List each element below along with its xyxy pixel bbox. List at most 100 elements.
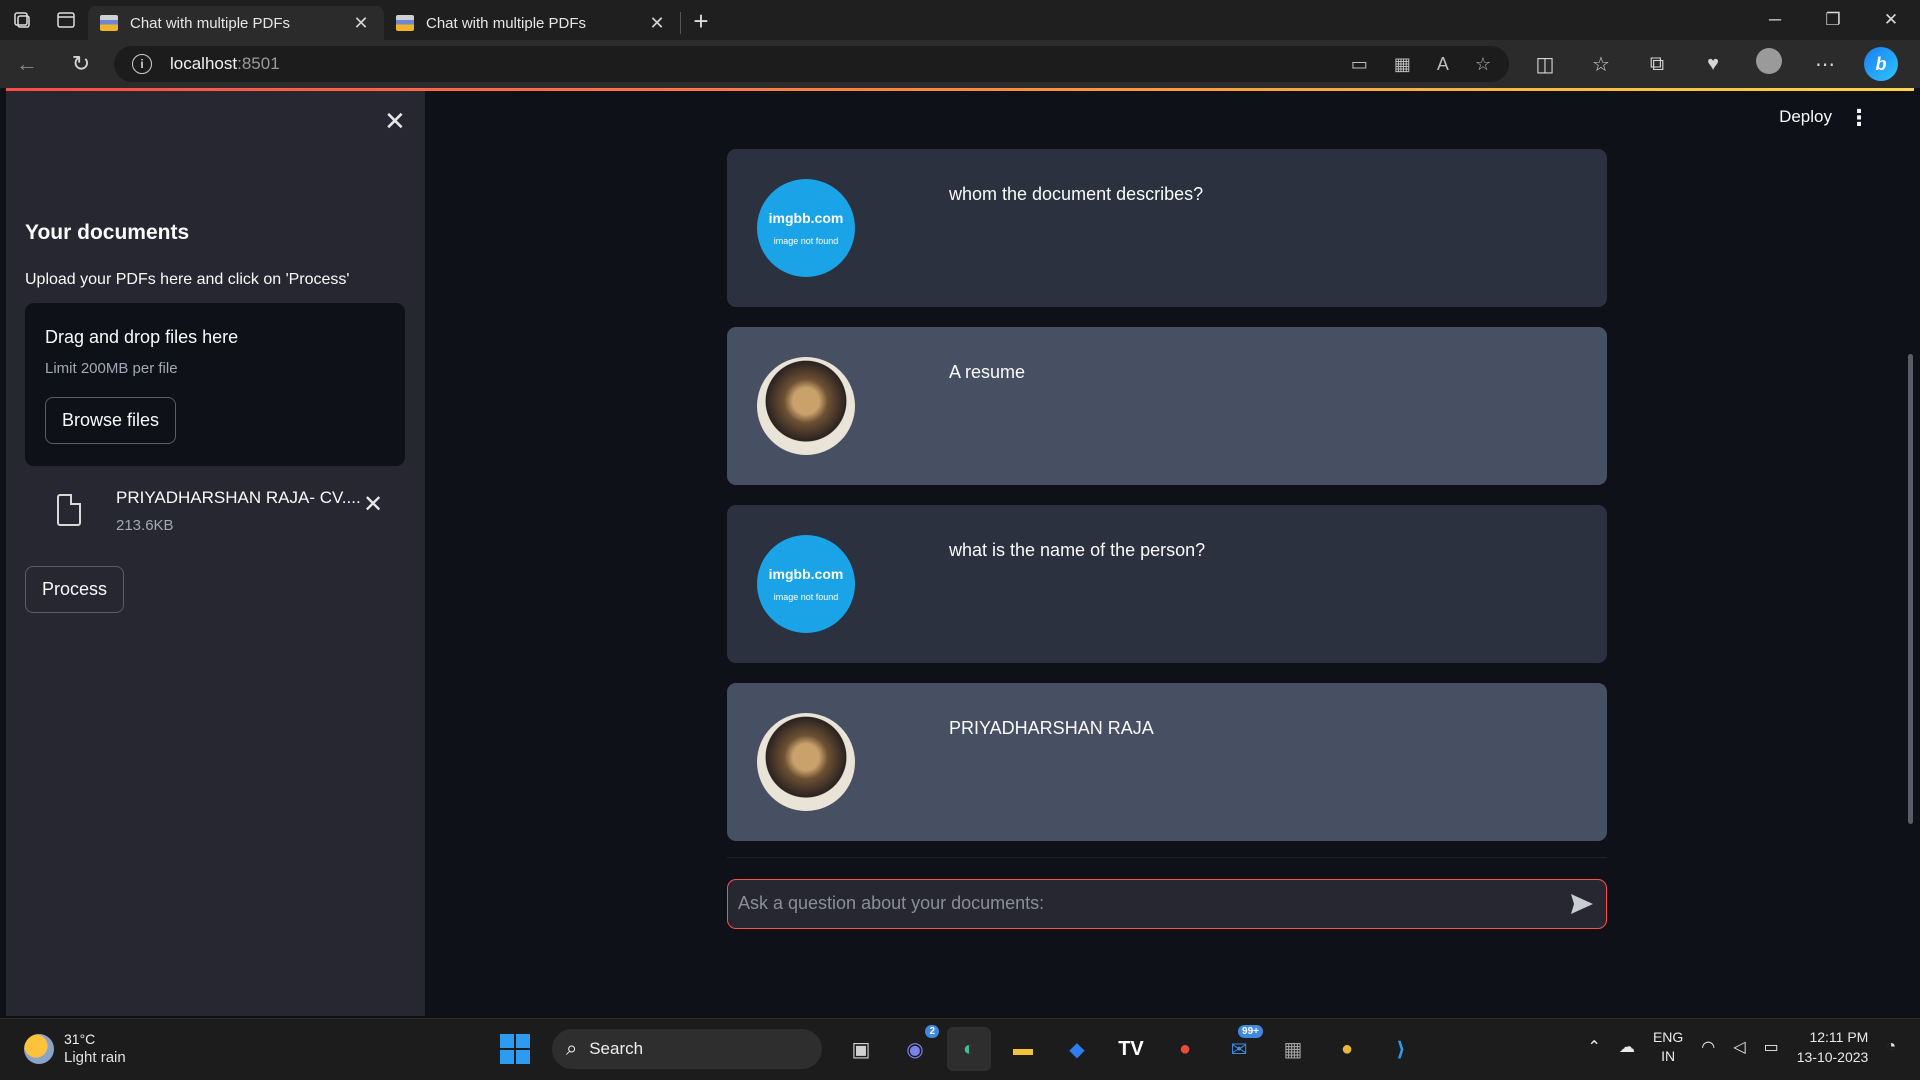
chat-message-user: imgbb.com image not found whom the docum…	[727, 149, 1607, 307]
tab-favicon-icon	[100, 15, 118, 31]
url-port: :8501	[237, 54, 280, 73]
teams-badge: 2	[925, 1025, 939, 1038]
tab-actions-icon[interactable]	[44, 0, 88, 40]
address-bar[interactable]: i localhost:8501 ▭ ▦ A ☆	[114, 46, 1509, 82]
battery-icon[interactable]: ▭	[1764, 1037, 1779, 1057]
main-scrollbar[interactable]	[1908, 354, 1913, 824]
file-dropzone[interactable]: Drag and drop files here Limit 200MB per…	[25, 303, 405, 466]
region-code: IN	[1661, 1048, 1676, 1064]
favorite-star-icon[interactable]: ☆	[1475, 54, 1491, 75]
weather-condition: Light rain	[64, 1049, 126, 1066]
remove-file-icon[interactable]: ✕	[363, 490, 383, 519]
sidebar-title: Your documents	[25, 221, 190, 244]
task-view-icon[interactable]: ▣	[839, 1027, 883, 1071]
file-explorer-icon[interactable]: ▬	[1001, 1027, 1045, 1071]
tab-title: Chat with multiple PDFs	[426, 14, 587, 32]
tab-close-icon[interactable]: ✕	[350, 13, 372, 34]
browser-tab-2[interactable]: Chat with multiple PDFs ✕	[384, 6, 680, 40]
weather-widget[interactable]: 31°C Light rain	[24, 1031, 126, 1066]
message-text: whom the document describes?	[949, 184, 1204, 204]
wifi-icon[interactable]: ◠	[1701, 1037, 1715, 1057]
file-size: 213.6KB	[116, 517, 174, 534]
copilot-icon[interactable]: b	[1853, 47, 1909, 81]
tab-close-icon[interactable]: ✕	[646, 13, 668, 34]
search-icon: ⌕	[566, 1037, 578, 1060]
temperature: 31°C	[64, 1031, 96, 1047]
deploy-button[interactable]: Deploy	[1779, 107, 1832, 127]
notification-icon[interactable]: ◔	[1886, 1038, 1896, 1056]
favorites-icon[interactable]: ☆	[1573, 52, 1629, 77]
workspaces-icon[interactable]	[0, 0, 44, 40]
mail-icon[interactable]: ✉ 99+	[1217, 1025, 1263, 1071]
show-hidden-icons[interactable]: ⌃	[1588, 1037, 1601, 1057]
search-label: Search	[589, 1039, 644, 1058]
refresh-icon[interactable]: ↻	[54, 51, 108, 77]
window-close-icon[interactable]: ✕	[1862, 10, 1920, 30]
tab-title: Chat with multiple PDFs	[130, 14, 291, 32]
chrome-icon[interactable]: ●	[1163, 1027, 1207, 1071]
app-available-icon[interactable]: ▭	[1351, 54, 1368, 75]
browser-essentials-icon[interactable]: ♥	[1685, 53, 1741, 76]
robot-avatar	[757, 713, 855, 811]
message-text: what is the name of the person?	[949, 540, 1206, 560]
avatar-text: imgbb.com	[768, 210, 844, 226]
chrome-profile-icon[interactable]: ●	[1325, 1027, 1369, 1071]
vscode-icon[interactable]: ⟩	[1379, 1027, 1423, 1071]
back-icon[interactable]: ←	[0, 51, 54, 77]
main-menu-icon[interactable]: ⋮	[1848, 105, 1870, 131]
site-info-icon[interactable]: i	[132, 54, 152, 74]
extensions-grid-icon[interactable]: ▦	[1394, 54, 1411, 75]
process-button[interactable]: Process	[25, 566, 125, 613]
main-content: Deploy ⋮ imgbb.com image not found whom …	[425, 91, 1914, 1016]
message-text: PRIYADHARSHAN RAJA	[949, 718, 1154, 738]
more-menu-icon[interactable]: ⋯	[1797, 52, 1853, 77]
browse-files-button[interactable]: Browse files	[45, 397, 177, 444]
chat-message-bot: PRIYADHARSHAN RAJA	[727, 683, 1607, 841]
url-host: localhost	[170, 54, 238, 73]
teams-icon[interactable]: ◉ 2	[893, 1025, 939, 1071]
avatar-subtext: image not found	[773, 592, 839, 602]
collections-icon[interactable]: ⧉	[1629, 53, 1685, 76]
onedrive-icon[interactable]: ☁	[1619, 1037, 1635, 1057]
address-toolbar: ← ↻ i localhost:8501 ▭ ▦ A ☆ ◫ ☆ ⧉ ♥ ⋯ b	[0, 40, 1920, 88]
browser-tab-1[interactable]: Chat with multiple PDFs ✕	[88, 6, 384, 40]
avatar-subtext: image not found	[773, 236, 839, 246]
taskbar-search[interactable]: ⌕ Search	[552, 1029, 822, 1069]
dropbox-icon[interactable]: ◆	[1055, 1027, 1099, 1071]
split-screen-icon[interactable]: ◫	[1517, 52, 1573, 77]
sidebar-close-icon[interactable]: ✕	[384, 106, 406, 137]
clock[interactable]: 12:11 PM 13-10-2023	[1797, 1027, 1869, 1067]
minimize-icon[interactable]: ─	[1746, 10, 1804, 30]
weather-icon	[24, 1033, 54, 1064]
mail-badge: 99+	[1238, 1025, 1263, 1038]
start-icon[interactable]	[500, 1034, 530, 1064]
send-icon[interactable]	[1568, 891, 1596, 917]
uploaded-file-item: PRIYADHARSHAN RAJA- CV.... 213.6KB ✕	[25, 486, 405, 546]
avatar-text: imgbb.com	[768, 566, 844, 582]
chat-message-user: imgbb.com image not found what is the na…	[727, 505, 1607, 663]
tab-favicon-icon	[396, 15, 414, 31]
tradingview-icon[interactable]: TV	[1109, 1027, 1153, 1071]
new-tab-icon[interactable]: +	[681, 6, 721, 37]
clock-time: 12:11 PM	[1809, 1029, 1869, 1045]
robot-avatar	[757, 357, 855, 455]
volume-icon[interactable]: ◁	[1733, 1037, 1745, 1057]
chat-input[interactable]	[728, 880, 1548, 926]
chat-divider	[727, 857, 1607, 858]
sidebar: ✕ Your documents Upload your PDFs here a…	[6, 91, 425, 1016]
read-aloud-icon[interactable]: A	[1437, 54, 1449, 75]
edge-icon[interactable]: ◐	[947, 1027, 991, 1071]
user-avatar: imgbb.com image not found	[757, 535, 855, 633]
user-avatar: imgbb.com image not found	[757, 179, 855, 277]
calculator-icon[interactable]: ▦	[1271, 1027, 1315, 1071]
chat-message-bot: A resume	[727, 327, 1607, 485]
restore-icon[interactable]: ❐	[1804, 10, 1862, 30]
sidebar-subtitle: Upload your PDFs here and click on 'Proc…	[25, 271, 350, 288]
windows-taskbar: 31°C Light rain ⌕ Search ▣ ◉ 2 ◐ ▬ ◆ TV ●…	[0, 1018, 1920, 1080]
message-text: A resume	[949, 362, 1026, 382]
dropzone-limit: Limit 200MB per file	[45, 360, 178, 377]
profile-avatar[interactable]	[1741, 48, 1797, 80]
language-indicator[interactable]: ENG IN	[1653, 1028, 1683, 1066]
chat-input-box[interactable]	[727, 879, 1607, 929]
file-name: PRIYADHARSHAN RAJA- CV....	[116, 488, 361, 507]
